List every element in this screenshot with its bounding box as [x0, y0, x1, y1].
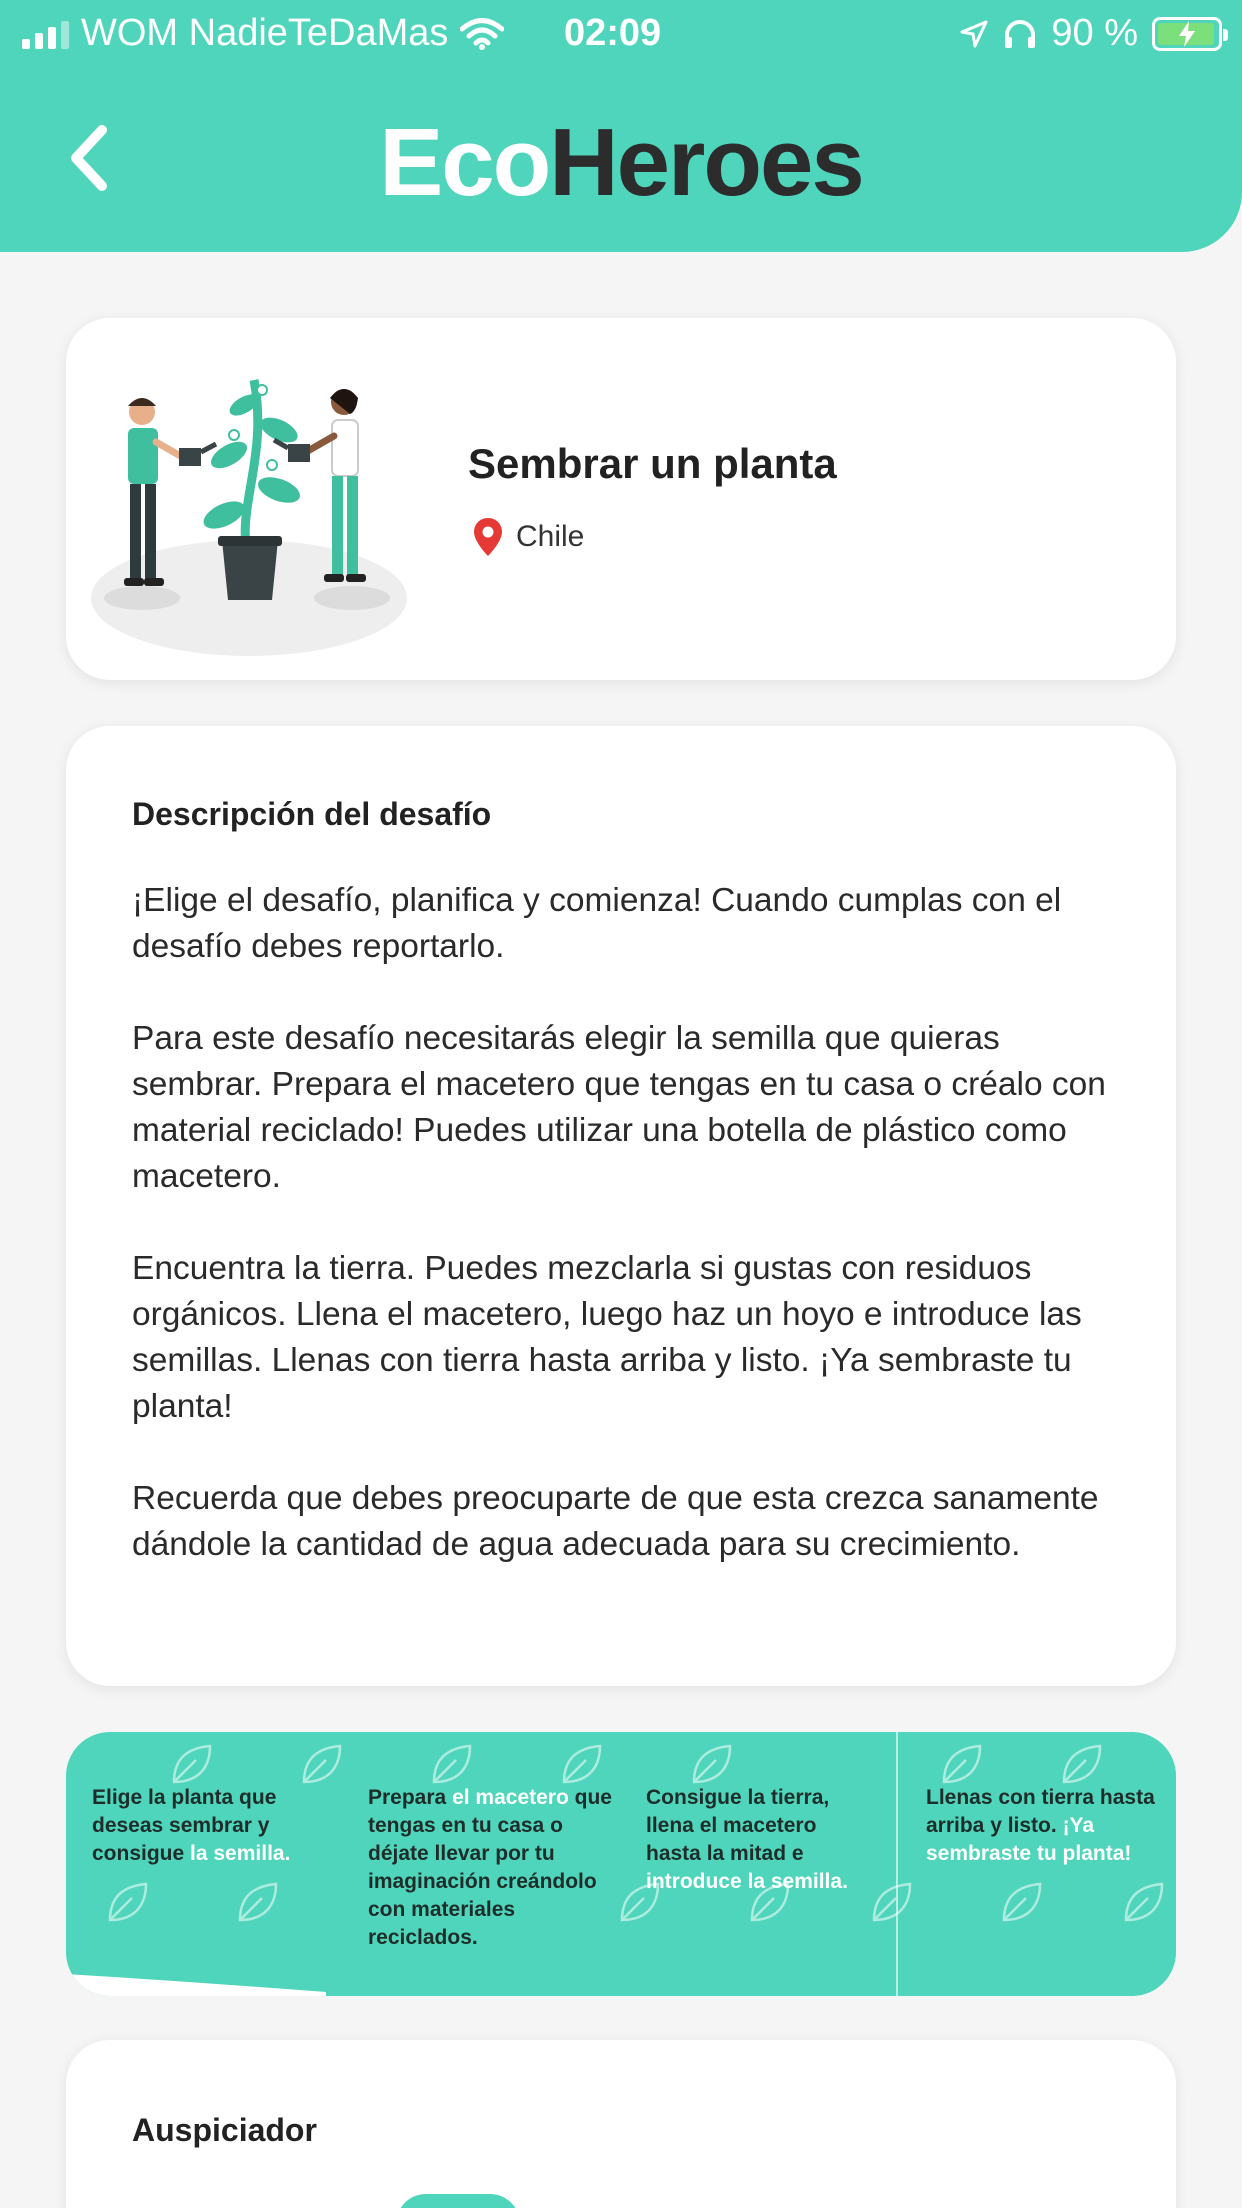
description-paragraph: Recuerda que debes preocuparte de que es…: [132, 1480, 1099, 1563]
description-card: Descripción del desafío ¡Elige el desafí…: [66, 726, 1176, 1686]
challenge-title: Sembrar un planta: [468, 440, 837, 487]
signal-icon: [22, 19, 69, 49]
battery-percent: 90 %: [1051, 12, 1138, 54]
description-paragraph: Encuentra la tierra. Puedes mezclarla si…: [132, 1250, 1082, 1425]
app-logo: EcoHeroes: [379, 109, 865, 216]
leaf-icon: [942, 1744, 982, 1784]
leaf-icon: [692, 1744, 732, 1784]
challenge-location: Chile: [474, 518, 584, 556]
leaf-icon: [1124, 1882, 1164, 1922]
sponsor-heading: Auspiciador: [132, 2112, 317, 2148]
wifi-icon: [460, 17, 505, 50]
status-time: 02:09: [564, 12, 662, 54]
step-2: Prepara el macetero que tengas en tu cas…: [368, 1786, 612, 1949]
carrier-name: WOM NadieTeDaMas: [81, 12, 449, 54]
description-body: ¡Elige el desafío, planifica y comienza!…: [132, 878, 1122, 1614]
headphones-icon: [1005, 19, 1036, 48]
status-bar: WOM NadieTeDaMas 02:09 90 %: [0, 0, 1242, 70]
sponsor-card: Auspiciador: [66, 2040, 1176, 2208]
leaf-icon: [432, 1744, 472, 1784]
leaf-icon: [1002, 1882, 1042, 1922]
battery-charging-icon: [1152, 16, 1228, 51]
location-label: Chile: [516, 520, 585, 553]
leaf-icon: [238, 1882, 278, 1922]
wave-decoration: [66, 1974, 326, 1996]
challenge-card: Sembrar un planta Chile: [66, 318, 1176, 680]
steps-banner: Elige la planta que deseas sembrar y con…: [66, 1732, 1176, 1996]
planting-illustration: [91, 379, 407, 656]
leaf-icon: [172, 1744, 212, 1784]
leaf-icon: [562, 1744, 602, 1784]
leaf-icon: [302, 1744, 342, 1784]
description-paragraph: ¡Elige el desafío, planifica y comienza!…: [132, 882, 1062, 965]
panel-divider: [896, 1732, 898, 1996]
description-heading: Descripción del desafío: [132, 796, 492, 832]
leaf-icon: [1062, 1744, 1102, 1784]
step-1: Elige la planta que deseas sembrar y con…: [92, 1786, 291, 1865]
app-header: WOM NadieTeDaMas 02:09 90 % EcoHeroes: [0, 0, 1242, 252]
description-paragraph: Para este desafío necesitarás elegir la …: [132, 1020, 1106, 1195]
leaf-icon: [108, 1882, 148, 1922]
location-arrow-icon: [960, 20, 988, 47]
sponsor-logo[interactable]: [396, 2194, 520, 2208]
map-pin-icon: [474, 518, 502, 556]
step-3: Consigue la tierra, llena el macetero ha…: [646, 1786, 848, 1893]
step-4: Llenas con tierra hasta arriba y listo. …: [926, 1786, 1155, 1865]
